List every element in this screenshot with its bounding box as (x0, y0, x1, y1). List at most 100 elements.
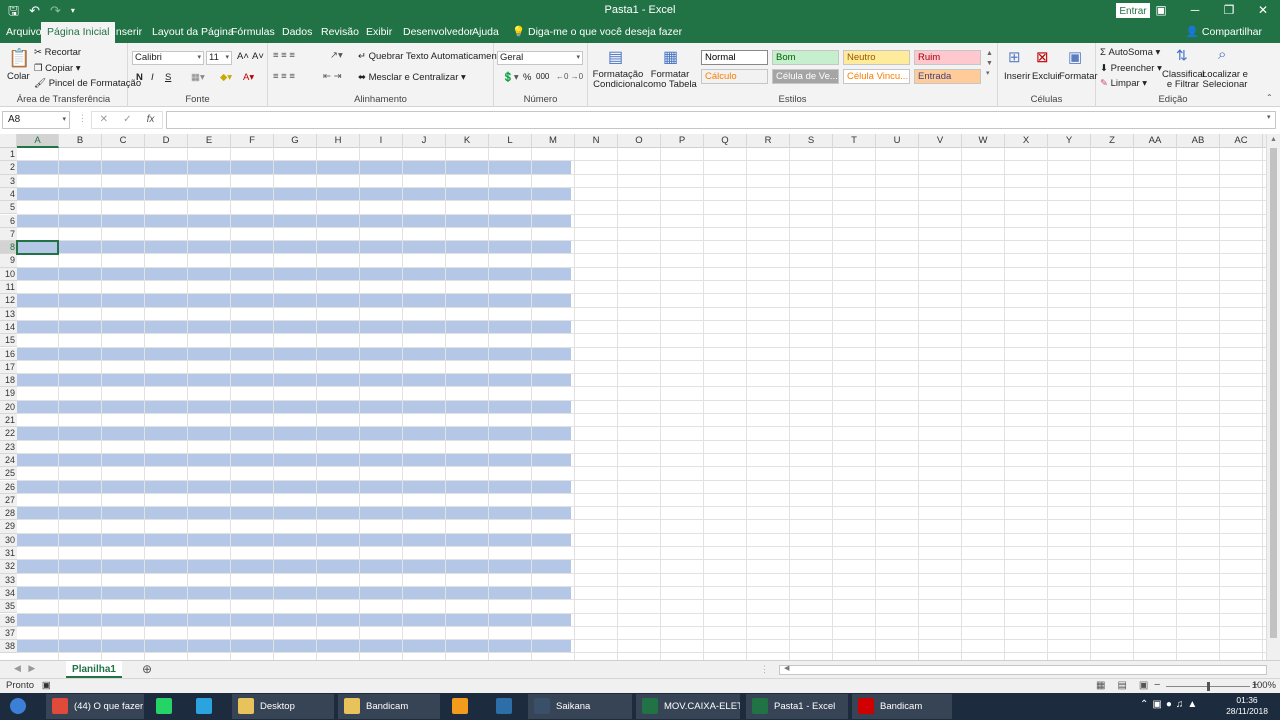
conditional-formatting-button[interactable]: Formatação Condicional (592, 70, 644, 90)
tab-formulas[interactable]: Fórmulas (231, 22, 275, 43)
row-header[interactable]: 21 (0, 414, 17, 428)
view-buttons-icon[interactable]: ▦▤▣ (1096, 680, 1160, 691)
tab-dados[interactable]: Dados (282, 22, 312, 43)
system-tray-icons[interactable]: ⌃▣●♫▲ (1140, 699, 1201, 710)
fill-button[interactable]: ⬇ Preencher ▾ (1100, 63, 1162, 74)
column-header[interactable]: S (790, 134, 833, 148)
vertical-scroll-thumb[interactable] (1270, 148, 1277, 638)
tab-arquivo[interactable]: Arquivo (6, 22, 42, 43)
font-size-select[interactable]: 11 ▾ (206, 51, 232, 65)
row-header[interactable]: 17 (0, 360, 17, 375)
row-header[interactable]: 18 (0, 374, 17, 388)
font-color-icon[interactable]: A▾ (243, 72, 254, 83)
grow-font-icon[interactable]: A˄ (237, 51, 249, 62)
cell-style-option[interactable]: Célula de Ve... (772, 69, 839, 84)
format-as-table-button[interactable]: Formatar como Tabela (642, 70, 698, 90)
column-header[interactable]: T (833, 134, 876, 148)
gallery-scroll-icon[interactable]: ▲ ▼ ▾ (986, 49, 993, 79)
sort-filter-icon[interactable]: ⇅ (1176, 47, 1188, 64)
select-all-corner[interactable] (0, 134, 17, 148)
insert-function-button[interactable]: fx (147, 112, 155, 128)
row-header[interactable]: 3 (0, 174, 17, 188)
vertical-scrollbar[interactable]: ▲ (1266, 134, 1280, 660)
shrink-font-icon[interactable]: A˅ (252, 51, 264, 62)
row-header[interactable]: 16 (0, 347, 17, 361)
row-header[interactable]: 4 (0, 187, 17, 202)
collapse-ribbon-icon[interactable]: ⌃ (1266, 93, 1273, 102)
column-header[interactable]: B (59, 134, 102, 148)
restore-icon[interactable]: ❐ (1212, 0, 1246, 22)
column-header[interactable]: D (145, 134, 188, 148)
column-header[interactable]: Y (1048, 134, 1091, 148)
column-header[interactable]: AB (1177, 134, 1220, 148)
row-header[interactable]: 14 (0, 320, 17, 335)
column-header[interactable]: I (360, 134, 403, 148)
close-icon[interactable]: ✕ (1246, 0, 1280, 22)
delete-cells-button[interactable]: Excluir (1032, 71, 1061, 82)
borders-icon[interactable]: ▦▾ (191, 72, 205, 83)
number-format-select[interactable]: Geral ▾ (497, 51, 583, 65)
thousands-button[interactable]: 000 (536, 72, 549, 81)
row-header[interactable]: 5 (0, 201, 17, 215)
column-header[interactable]: J (403, 134, 446, 148)
taskbar-item[interactable]: Saikana (528, 694, 632, 719)
underline-button[interactable]: S (165, 72, 171, 83)
cell-style-option[interactable]: Entrada (914, 69, 981, 84)
row-header[interactable]: 22 (0, 427, 17, 441)
row-header[interactable]: 23 (0, 440, 17, 454)
start-button[interactable] (4, 694, 34, 719)
italic-button[interactable]: I (151, 72, 154, 83)
tab-layout-pagina[interactable]: Layout da Página (152, 22, 234, 43)
column-header[interactable]: A (17, 134, 59, 148)
format-as-table-icon[interactable]: ▦ (663, 47, 678, 67)
row-header[interactable]: 8 (0, 241, 17, 255)
clear-button[interactable]: ✎ Limpar ▾ (1100, 78, 1147, 89)
row-header[interactable]: 24 (0, 453, 17, 468)
scroll-up-icon[interactable]: ▲ (1270, 136, 1277, 143)
horizontal-scrollbar[interactable]: ◀ (779, 665, 1267, 675)
row-header[interactable]: 20 (0, 400, 17, 414)
macro-record-icon[interactable]: ▣ (42, 680, 51, 691)
row-header[interactable]: 9 (0, 254, 17, 268)
taskbar-item[interactable]: Desktop (232, 694, 334, 719)
sheet-nav-icon[interactable]: ◀ ▶ (14, 663, 35, 674)
column-header[interactable]: V (919, 134, 962, 148)
paste-button[interactable]: Colar (7, 71, 30, 82)
insert-cells-button[interactable]: Inserir (1004, 71, 1030, 82)
find-select-button[interactable]: Localizar e Selecionar (1202, 70, 1248, 90)
name-box-arrow-icon[interactable]: ▾ (62, 112, 66, 128)
column-header[interactable]: G (274, 134, 317, 148)
taskbar-item[interactable]: Pasta1 - Excel (746, 694, 848, 719)
paste-icon[interactable]: 📋 (8, 48, 30, 69)
tab-desenvolvedor[interactable]: Desenvolvedor (403, 22, 473, 43)
row-header[interactable]: 36 (0, 613, 17, 627)
row-header[interactable]: 34 (0, 586, 17, 601)
row-header[interactable]: 26 (0, 480, 17, 494)
row-header[interactable]: 38 (0, 640, 17, 654)
row-header[interactable]: 1 (0, 148, 17, 162)
cell-style-option[interactable]: Cálculo (701, 69, 768, 84)
formula-input[interactable] (166, 111, 1276, 129)
find-icon[interactable]: ⌕ (1218, 46, 1226, 63)
taskbar-item[interactable]: Bandicam (852, 694, 952, 719)
cancel-icon[interactable]: ✕ (100, 112, 108, 128)
row-header[interactable]: 2 (0, 161, 17, 175)
column-header[interactable]: F (231, 134, 274, 148)
cell-area[interactable] (16, 148, 1266, 660)
expand-formula-icon[interactable]: ▾ (1267, 113, 1271, 121)
column-header[interactable]: H (317, 134, 360, 148)
taskbar-item[interactable] (446, 694, 480, 719)
fill-color-icon[interactable]: ◆▾ (220, 72, 232, 83)
cell-style-option[interactable]: Célula Vincu... (843, 69, 910, 84)
column-header[interactable]: Q (704, 134, 747, 148)
scroll-left-icon[interactable]: ◀ (784, 664, 789, 672)
share-button[interactable]: 👤 Compartilhar (1186, 22, 1262, 43)
column-header[interactable]: AC (1220, 134, 1263, 148)
row-header[interactable]: 31 (0, 547, 17, 561)
delete-cells-icon[interactable]: ⊠ (1036, 48, 1049, 66)
row-header[interactable]: 19 (0, 387, 17, 401)
row-header[interactable]: 32 (0, 560, 17, 574)
font-name-select[interactable]: Calibri ▾ (132, 51, 204, 65)
row-header[interactable]: 37 (0, 626, 17, 641)
column-header[interactable]: K (446, 134, 489, 148)
